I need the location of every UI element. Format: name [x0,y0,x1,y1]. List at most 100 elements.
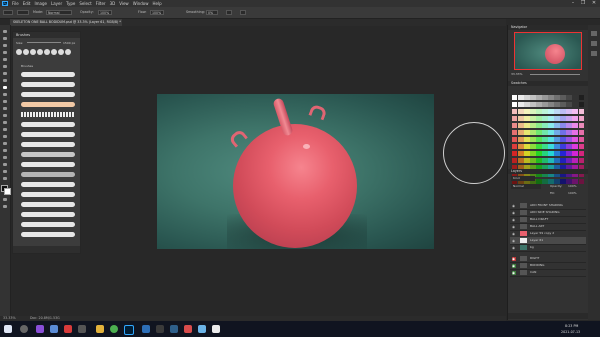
app-icon[interactable] [156,325,164,333]
brush-stroke-preview[interactable] [21,182,75,187]
hand-tool-icon[interactable] [2,162,8,167]
mode-select[interactable]: Normal [46,10,72,15]
color-swatch[interactable] [560,150,566,157]
eye-icon[interactable]: ◉ [512,211,516,215]
settings-gear-icon[interactable] [226,10,232,15]
color-swatch[interactable] [554,143,560,150]
color-swatch[interactable] [512,136,518,143]
recent-brush-2[interactable] [23,49,29,55]
recent-brush-7[interactable] [58,49,64,55]
app-icon[interactable] [198,325,206,333]
shape-tool-icon[interactable] [2,155,8,160]
color-swatch[interactable] [542,108,548,115]
color-swatch[interactable] [566,115,572,122]
app-icon[interactable] [184,325,192,333]
eye-icon[interactable]: ◉ [512,225,516,229]
color-swatch[interactable] [512,129,518,136]
brush-stroke-preview[interactable] [21,172,75,177]
color-swatch[interactable] [530,108,536,115]
gradient-tool-icon[interactable] [2,113,8,118]
color-swatch[interactable] [572,95,578,101]
windows-start-icon[interactable] [4,325,12,333]
color-swatch[interactable] [530,122,536,129]
color-swatch[interactable] [524,108,530,115]
color-swatch[interactable] [572,136,578,143]
color-swatch[interactable] [566,143,572,150]
color-swatch[interactable] [512,157,518,164]
smoothing-input[interactable]: 0% [206,10,218,15]
brush-preset-picker[interactable] [17,10,29,15]
color-swatch[interactable] [542,157,548,164]
color-swatch[interactable] [524,101,530,108]
color-swatch[interactable] [542,178,548,185]
brush-stroke-preview[interactable] [21,162,75,167]
eyedropper-tool-icon[interactable] [2,71,8,76]
eye-icon[interactable]: ◉ [512,232,516,236]
color-swatch[interactable] [530,101,536,108]
properties-panel-icon[interactable] [591,41,597,46]
pen-tool-icon[interactable] [2,134,8,139]
color-swatch[interactable] [530,150,536,157]
color-swatch[interactable] [560,157,566,164]
brush-stroke-preview[interactable] [21,212,75,217]
recent-brush-5[interactable] [44,49,50,55]
color-swatch[interactable] [578,115,584,122]
color-swatch[interactable] [578,129,584,136]
photoshop-taskbar-icon[interactable] [124,325,134,335]
app-icon[interactable] [36,325,44,333]
color-swatch[interactable] [518,157,524,164]
menu-type[interactable]: Type [66,0,75,7]
color-swatch[interactable] [548,129,554,136]
layer-row[interactable]: ◉ bg [510,244,586,252]
minimize-button[interactable]: – [568,0,578,7]
navigator-zoom-value[interactable]: 33.33% [511,72,522,76]
brush-tool-icon[interactable] [2,85,8,90]
color-swatch[interactable] [578,95,584,101]
color-swatch[interactable] [536,129,542,136]
color-swatch[interactable] [518,129,524,136]
opacity-input[interactable]: 100% [98,10,112,15]
color-swatch[interactable] [536,143,542,150]
color-swatch[interactable] [560,95,566,101]
eye-icon[interactable]: ◉ [512,239,516,243]
color-swatch[interactable] [518,150,524,157]
app-icon[interactable] [64,325,72,333]
color-swatch[interactable] [572,150,578,157]
color-swatch[interactable] [512,115,518,122]
zoom-tool-icon[interactable] [2,169,8,174]
color-swatch[interactable] [512,95,518,101]
color-swatch[interactable] [554,129,560,136]
color-swatch[interactable] [524,95,530,101]
color-swatch[interactable] [548,108,554,115]
menu-image[interactable]: Image [34,0,47,7]
menu-select[interactable]: Select [79,0,91,7]
color-swatch[interactable] [572,143,578,150]
color-swatch[interactable] [542,101,548,108]
color-swatch[interactable] [554,136,560,143]
history-brush-tool-icon[interactable] [2,99,8,104]
eye-icon[interactable]: ◉ [512,256,516,261]
healing-brush-tool-icon[interactable] [2,78,8,83]
close-button[interactable]: ✕ [589,0,599,7]
color-swatch[interactable] [566,129,572,136]
navigator-preview[interactable] [514,32,582,70]
color-swatch[interactable] [518,95,524,101]
color-swatch[interactable] [554,115,560,122]
app-icon[interactable] [78,325,86,333]
brush-stroke-preview[interactable] [21,202,75,207]
color-swatch[interactable] [536,108,542,115]
color-swatch[interactable] [560,108,566,115]
color-swatch[interactable] [554,150,560,157]
color-swatch[interactable] [518,143,524,150]
color-swatch[interactable] [548,95,554,101]
color-swatch[interactable] [566,108,572,115]
color-swatch[interactable] [548,157,554,164]
document-canvas[interactable] [157,94,434,249]
brush-stroke-preview[interactable] [21,152,75,157]
color-swatch[interactable] [542,115,548,122]
color-swatch[interactable] [554,157,560,164]
color-swatch[interactable] [536,136,542,143]
color-swatch[interactable] [554,101,560,108]
adjustments-panel-icon[interactable] [591,51,597,56]
dodge-tool-icon[interactable] [2,127,8,132]
